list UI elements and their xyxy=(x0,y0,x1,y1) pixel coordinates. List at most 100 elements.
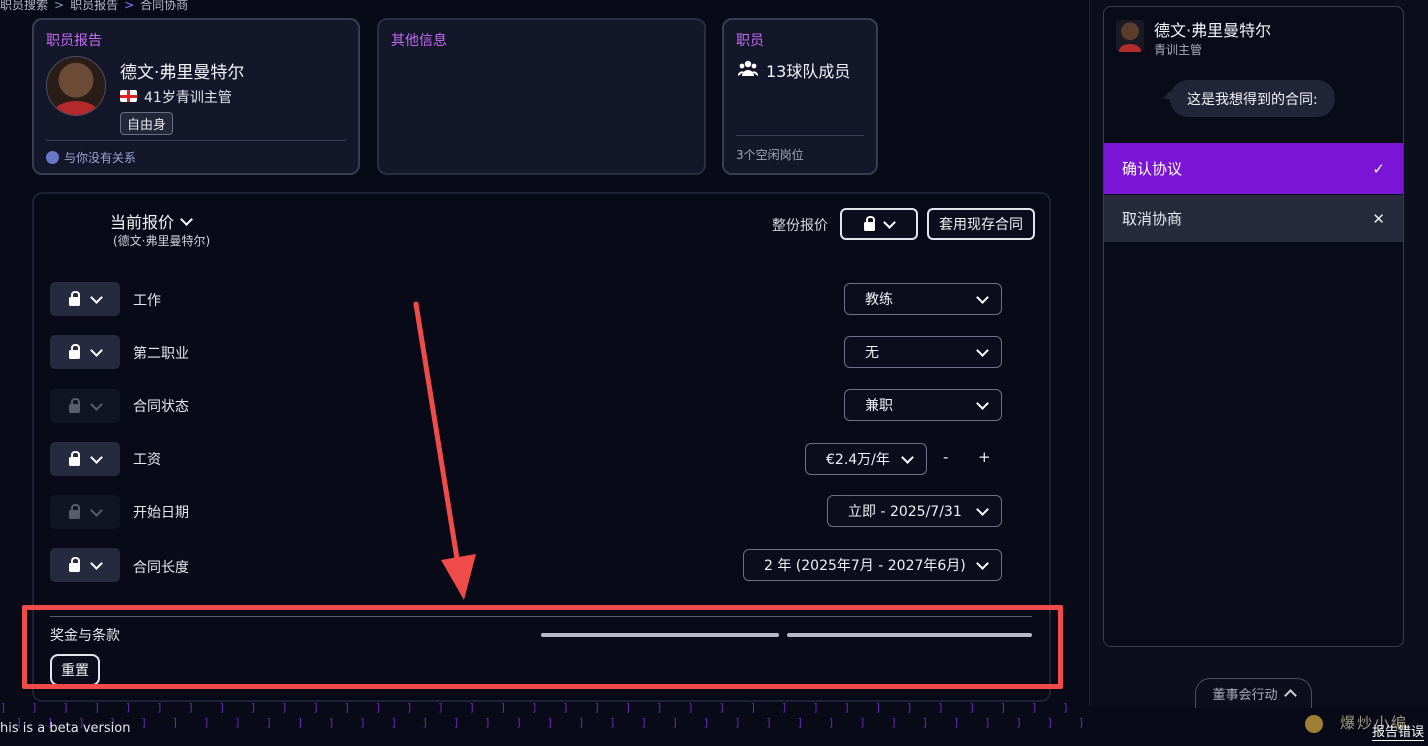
lock-icon xyxy=(69,344,80,359)
wage-decrease-button[interactable]: - xyxy=(943,448,948,466)
contract-status-select[interactable]: 兼职 xyxy=(844,389,1002,421)
england-flag-icon xyxy=(120,90,137,102)
chevron-down-icon xyxy=(180,212,193,226)
row-label-second-job: 第二职业 xyxy=(133,346,189,362)
staff-count-card[interactable]: 职员 13球队成员 3个空闲岗位 xyxy=(722,18,878,175)
relation-status: 与你没有关系 xyxy=(46,149,136,166)
chevron-down-icon xyxy=(976,556,989,570)
board-actions-label: 董事会行动 xyxy=(1212,688,1278,703)
whole-offer-lock-dropdown[interactable] xyxy=(840,208,918,240)
cancel-label: 取消协商 xyxy=(1122,210,1183,228)
watermark-logo xyxy=(1305,715,1323,733)
divider xyxy=(736,135,864,136)
row-label-contract-status: 合同状态 xyxy=(133,399,189,415)
divider xyxy=(46,140,346,141)
chevron-down-icon xyxy=(976,343,989,357)
lock-toggle-start-date[interactable] xyxy=(50,495,120,529)
chevron-down-icon xyxy=(90,556,103,570)
chevron-down-icon xyxy=(976,502,989,516)
lock-icon xyxy=(69,291,80,306)
chevron-down-icon xyxy=(90,503,103,517)
divider xyxy=(50,616,1032,617)
whole-offer-label: 整份报价 xyxy=(772,218,828,234)
clause-slider-bar[interactable] xyxy=(787,633,1032,637)
report-error-link[interactable]: 报告错误 xyxy=(1372,721,1425,741)
board-actions-tab[interactable]: 董事会行动 xyxy=(1195,678,1312,708)
staff-age-role: 41岁青训主管 xyxy=(144,90,232,106)
apply-existing-contract-button[interactable]: 套用现存合同 xyxy=(927,208,1035,240)
contract-length-select[interactable]: 2 年 (2025年7月 - 2027年6月) xyxy=(743,549,1002,581)
job-value: 教练 xyxy=(865,292,893,308)
staff-report-card[interactable]: 职员报告 德文·弗里曼特尔 41岁青训主管 自由身 与你没有关系 xyxy=(32,18,360,175)
chat-avatar xyxy=(1116,20,1144,52)
chevron-down-icon xyxy=(883,215,896,229)
chat-message-bubble: 这是我想得到的合同: xyxy=(1170,80,1335,117)
chat-staff-name: 德文·弗里曼特尔 xyxy=(1154,21,1272,40)
confirm-agreement-button[interactable]: 确认协议 ✓ xyxy=(1104,143,1403,194)
lock-icon xyxy=(864,216,875,231)
breadcrumb-contract-negotiation: 合同协商 xyxy=(140,0,189,12)
face-neutral-icon xyxy=(46,151,59,164)
beta-notice: his is a beta version xyxy=(0,721,131,736)
decorative-pattern: ] ] ] ] ] ] ] ] ] ] ] ] ] ] ] ] ] ] ] ] … xyxy=(0,701,1090,729)
vacancies-count: 3个空闲岗位 xyxy=(736,148,804,162)
avatar xyxy=(46,56,106,116)
chevron-down-icon xyxy=(976,396,989,410)
chevron-right-icon: > xyxy=(54,0,65,12)
offer-title: 当前报价 xyxy=(110,213,175,232)
group-icon xyxy=(738,60,758,76)
lock-toggle-wage[interactable] xyxy=(50,442,120,476)
other-info-card[interactable]: 其他信息 xyxy=(377,18,706,175)
breadcrumb-staff-search[interactable]: 职员搜索 xyxy=(0,0,48,13)
job-select[interactable]: 教练 xyxy=(844,283,1002,315)
lock-icon xyxy=(69,504,80,519)
team-members-count: 13球队成员 xyxy=(766,62,851,81)
wage-increase-button[interactable]: + xyxy=(978,448,991,466)
chevron-down-icon xyxy=(976,290,989,304)
breadcrumb: 职员搜索 > 职员报告 > 合同协商 xyxy=(0,0,188,13)
chevron-down-icon xyxy=(90,343,103,357)
row-label-start-date: 开始日期 xyxy=(133,505,189,521)
reset-button[interactable]: 重置 xyxy=(50,654,100,686)
lock-toggle-job[interactable] xyxy=(50,282,120,316)
card-title: 其他信息 xyxy=(391,33,447,49)
lock-toggle-contract-length[interactable] xyxy=(50,548,120,582)
start-date-select[interactable]: 立即 - 2025/7/31 xyxy=(827,495,1002,527)
lock-icon xyxy=(69,451,80,466)
chevron-down-icon xyxy=(901,450,914,464)
lock-toggle-contract-status[interactable] xyxy=(50,389,120,423)
chat-message-text: 这是我想得到的合同: xyxy=(1187,91,1318,108)
row-label-contract-length: 合同长度 xyxy=(133,560,189,576)
bonus-clauses-label: 奖金与条款 xyxy=(50,628,120,644)
lock-icon xyxy=(69,557,80,572)
chevron-down-icon xyxy=(90,397,103,411)
confirm-label: 确认协议 xyxy=(1122,160,1183,178)
wage-select[interactable]: €2.4万/年 xyxy=(805,443,927,475)
relation-text: 与你没有关系 xyxy=(64,151,137,165)
second-job-select[interactable]: 无 xyxy=(844,336,1002,368)
lock-toggle-second-job[interactable] xyxy=(50,335,120,369)
check-icon: ✓ xyxy=(1372,159,1385,178)
status-badge: 自由身 xyxy=(120,112,174,135)
wage-value: €2.4万/年 xyxy=(826,452,890,468)
second-job-value: 无 xyxy=(865,345,879,361)
row-label-job: 工作 xyxy=(133,293,161,309)
chevron-down-icon xyxy=(90,290,103,304)
chat-staff-role: 青训主管 xyxy=(1154,43,1203,57)
staff-name: 德文·弗里曼特尔 xyxy=(120,63,245,83)
contract-length-value: 2 年 (2025年7月 - 2027年6月) xyxy=(764,558,966,574)
bonus-slider-bar[interactable] xyxy=(541,633,779,637)
start-date-value: 立即 - 2025/7/31 xyxy=(848,504,962,520)
cancel-negotiation-button[interactable]: 取消协商 ✕ xyxy=(1104,195,1403,242)
lock-icon xyxy=(69,398,80,413)
card-title: 职员报告 xyxy=(46,33,102,49)
chevron-up-icon xyxy=(1283,689,1297,702)
contract-status-value: 兼职 xyxy=(865,398,893,414)
offer-subtitle: (德文·弗里曼特尔) xyxy=(113,234,211,248)
breadcrumb-staff-report[interactable]: 职员报告 xyxy=(70,0,118,13)
current-offer-dropdown[interactable]: 当前报价 xyxy=(110,209,193,233)
row-label-wage: 工资 xyxy=(133,452,161,468)
close-icon: ✕ xyxy=(1372,209,1385,228)
chevron-down-icon xyxy=(90,450,103,464)
card-title: 职员 xyxy=(736,33,764,49)
